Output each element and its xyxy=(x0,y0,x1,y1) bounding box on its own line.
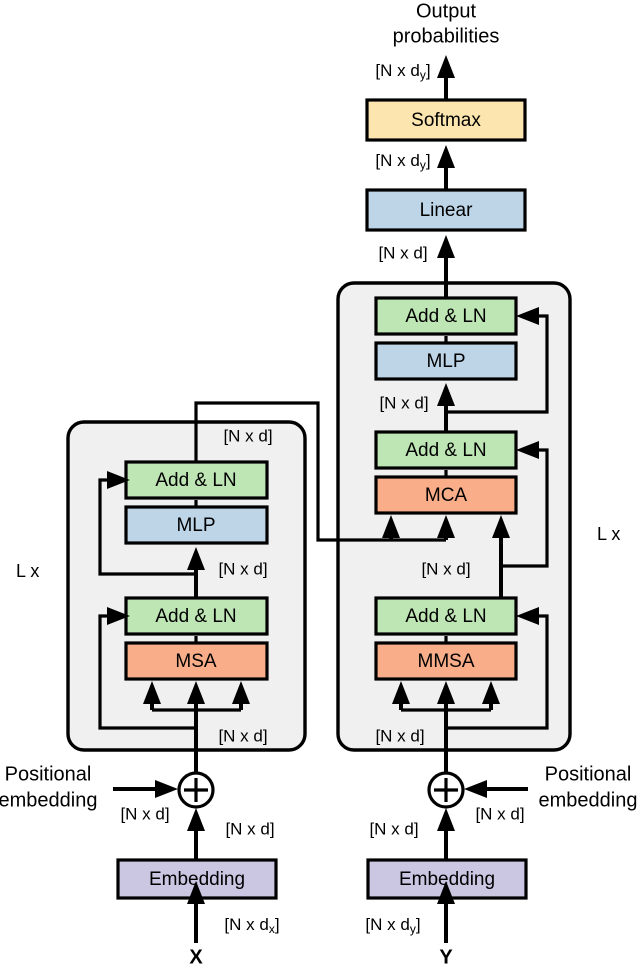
block-decoder-addln-top-label: Add & LN xyxy=(405,306,486,327)
encoder-positional-add-operator xyxy=(177,771,215,809)
edge-positional-left-to-add xyxy=(113,780,178,798)
dim-label-decoder-mmsa-in: [N x d] xyxy=(375,726,424,745)
block-linear-label: Linear xyxy=(420,200,473,221)
block-decoder-mca-label: MCA xyxy=(425,485,468,506)
input-x-label: X xyxy=(189,946,203,968)
svg-text:[N x dx]: [N x dx] xyxy=(224,915,279,936)
block-decoder-mlp: MLP xyxy=(374,341,518,381)
decoder-positional-add-operator xyxy=(427,771,465,809)
svg-text:[N x dy]: [N x dy] xyxy=(365,915,420,936)
block-encoder-mlp: MLP xyxy=(124,505,269,545)
block-encoder-mlp-label: MLP xyxy=(176,515,215,536)
output-probabilities-line1: Output xyxy=(416,0,476,22)
dim-text-suffix: ] xyxy=(426,61,431,80)
positional-embedding-left-line2: embedding xyxy=(0,789,97,811)
block-decoder-mmsa: MMSA xyxy=(374,641,518,681)
positional-embedding-left-line1: Positional xyxy=(5,763,92,785)
block-decoder-mlp-label: MLP xyxy=(426,351,465,372)
dim-label-linear-out: [N x dy] xyxy=(375,151,430,172)
dim-label-y-in: [N x dy] xyxy=(365,915,420,936)
dim-label-softmax-out: [N x dy] xyxy=(375,61,430,82)
edge-decoder-embedding-to-add xyxy=(437,808,455,860)
dim-label-encoder-mlp-in: [N x d] xyxy=(218,559,267,578)
dim-label-x-in: [N x dx] xyxy=(224,915,279,936)
block-decoder-addln-bottom-label: Add & LN xyxy=(405,606,486,627)
edge-positional-right-to-add xyxy=(464,780,528,798)
dim-label-positional-left: [N x d] xyxy=(120,804,169,823)
svg-text:[N x dy]: [N x dy] xyxy=(375,61,430,82)
block-encoder-addln-bottom-label: Add & LN xyxy=(155,606,236,627)
edge-linear-to-softmax xyxy=(437,145,455,190)
dim-label-decoder-mlp-in: [N x d] xyxy=(379,393,428,412)
dim-label-encoder-embed-out: [N x d] xyxy=(225,819,274,838)
block-decoder-addln-mid-label: Add & LN xyxy=(405,440,486,461)
dim-label-decoder-out: [N x d] xyxy=(378,243,427,262)
edge-softmax-to-output xyxy=(437,55,455,100)
dim-label-encoder-out: [N x d] xyxy=(223,426,272,445)
dim-label-positional-right: [N x d] xyxy=(475,804,524,823)
block-decoder-addln-mid: Add & LN xyxy=(374,430,518,470)
edge-encoder-embedding-to-add xyxy=(187,808,205,860)
block-encoder-addln-top-label: Add & LN xyxy=(155,470,236,491)
output-probabilities-line2: probabilities xyxy=(393,25,500,47)
dim-label-decoder-mca-in: [N x d] xyxy=(421,559,470,578)
block-encoder-msa: MSA xyxy=(124,641,269,681)
block-decoder-mca: MCA xyxy=(374,475,518,515)
block-encoder-addln-top: Add & LN xyxy=(124,460,269,500)
block-decoder-mmsa-label: MMSA xyxy=(418,651,475,672)
block-decoder-addln-top: Add & LN xyxy=(374,296,518,336)
input-y-label: Y xyxy=(439,946,453,968)
positional-embedding-right-line1: Positional xyxy=(545,763,632,785)
decoder-repeat-label: L x xyxy=(597,524,620,544)
svg-text:[N x dy]: [N x dy] xyxy=(375,151,430,172)
block-softmax: Softmax xyxy=(365,98,527,142)
block-softmax-label: Softmax xyxy=(411,110,481,131)
block-linear: Linear xyxy=(365,188,527,232)
block-encoder-addln-bottom: Add & LN xyxy=(124,596,269,636)
transformer-architecture-diagram: Output probabilities [N x dy] Softmax [N… xyxy=(0,0,640,969)
positional-embedding-right-line2: embedding xyxy=(539,789,638,811)
block-encoder-msa-label: MSA xyxy=(175,651,217,672)
dim-label-decoder-embed-out: [N x d] xyxy=(369,819,418,838)
dim-text-prefix: [N x d xyxy=(375,61,419,80)
encoder-repeat-label: L x xyxy=(16,561,39,581)
block-decoder-addln-bottom: Add & LN xyxy=(374,596,518,636)
dim-label-encoder-msa-in: [N x d] xyxy=(218,726,267,745)
